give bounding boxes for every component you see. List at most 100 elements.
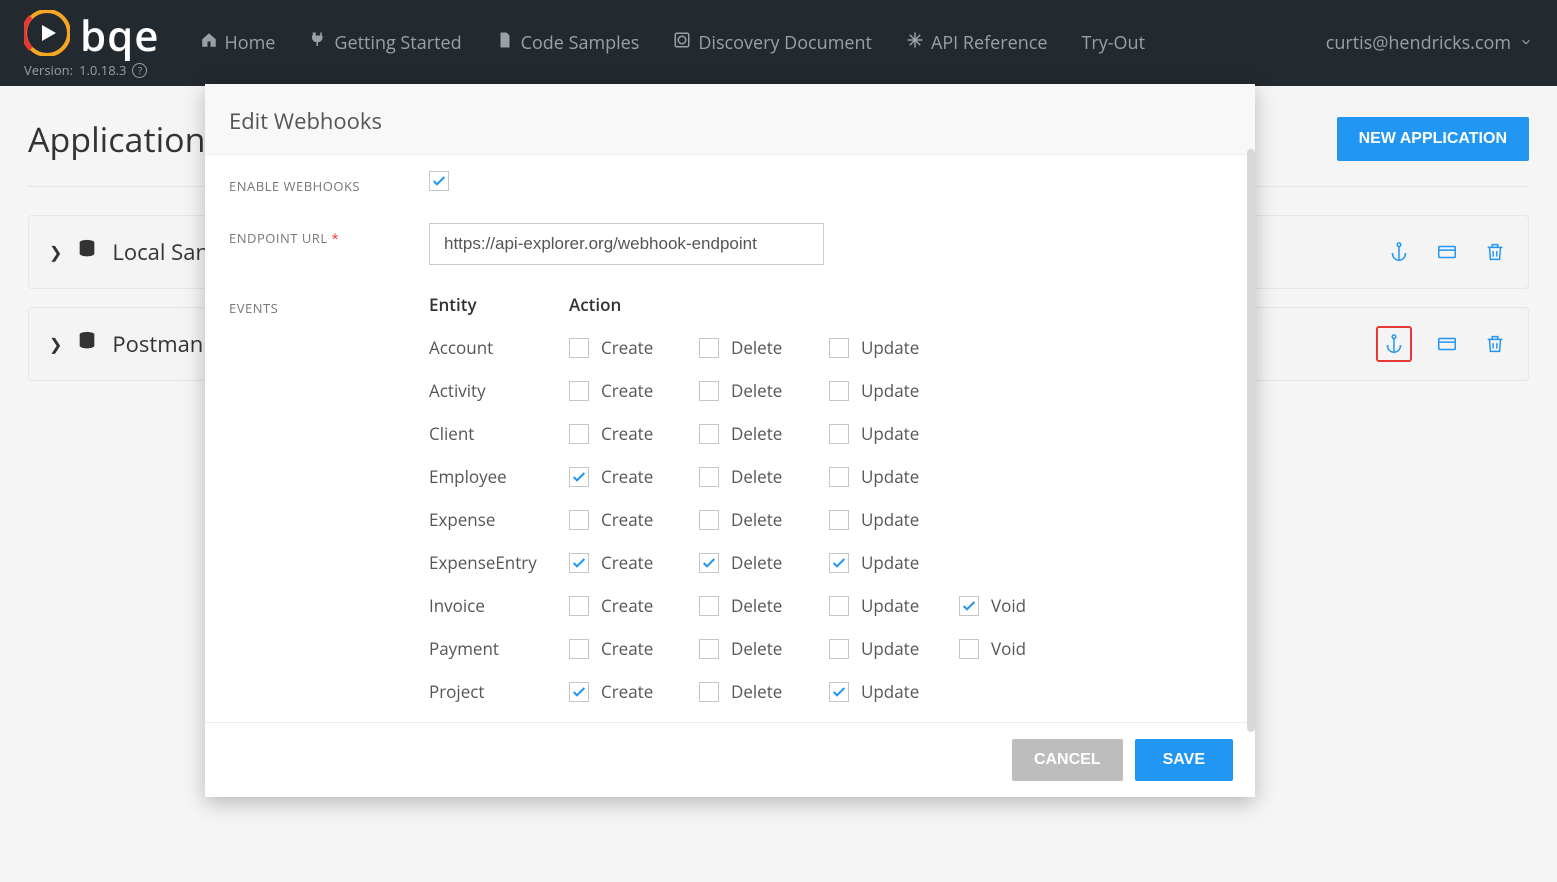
action-label: Delete [731,637,782,660]
event-checkbox[interactable] [699,596,719,616]
entity-name: Project [429,680,569,703]
event-checkbox[interactable] [569,467,589,487]
action-cell: Void [959,594,1089,617]
action-cell: Create [569,336,699,359]
action-label: Update [861,465,919,488]
action-cell: Void [959,637,1089,660]
event-checkbox[interactable] [699,338,719,358]
event-checkbox[interactable] [829,639,849,659]
event-checkbox[interactable] [959,596,979,616]
entity-name: Activity [429,379,569,402]
event-checkbox[interactable] [699,467,719,487]
enable-webhooks-label: ENABLE WEBHOOKS [229,171,429,195]
event-checkbox[interactable] [829,338,849,358]
action-label: Delete [731,422,782,445]
event-checkbox[interactable] [829,510,849,530]
entity-name: ExpenseEntry [429,551,569,574]
endpoint-url-label-text: ENDPOINT URL [229,229,328,247]
action-cell: Delete [699,637,829,660]
action-cell: Update [829,379,959,402]
action-label: Create [601,336,653,359]
action-cell: Update [829,422,959,445]
action-label: Create [601,637,653,660]
action-cell: Update [829,508,959,531]
action-cell: Delete [699,379,829,402]
action-cell: Delete [699,465,829,488]
save-button[interactable]: SAVE [1135,739,1233,781]
action-label: Update [861,637,919,660]
event-checkbox[interactable] [829,596,849,616]
action-label: Create [601,379,653,402]
action-cell: Update [829,594,959,617]
event-checkbox[interactable] [699,553,719,573]
action-label: Create [601,465,653,488]
action-label: Update [861,551,919,574]
enable-webhooks-checkbox[interactable] [429,171,449,191]
event-checkbox[interactable] [569,682,589,702]
event-checkbox[interactable] [569,381,589,401]
event-checkbox[interactable] [829,424,849,444]
action-header: Action [569,293,699,316]
action-cell: Delete [699,551,829,574]
events-field: EVENTS Entity Action AccountCreateDelete… [229,293,1231,722]
action-label: Update [861,508,919,531]
endpoint-url-field: ENDPOINT URL * [229,223,1231,265]
enable-webhooks-field: ENABLE WEBHOOKS [229,171,1231,195]
action-cell: Update [829,551,959,574]
modal-footer: CANCEL SAVE [205,722,1255,797]
action-cell: Create [569,637,699,660]
event-checkbox[interactable] [699,381,719,401]
modal-scrollbar[interactable] [1247,149,1255,732]
action-cell: Delete [699,594,829,617]
cancel-button[interactable]: CANCEL [1012,739,1123,781]
event-checkbox[interactable] [569,596,589,616]
action-cell: Delete [699,422,829,445]
action-cell: Create [569,680,699,703]
event-checkbox[interactable] [699,639,719,659]
action-cell: Delete [699,508,829,531]
events-label: EVENTS [229,293,429,317]
edit-webhooks-modal: Edit Webhooks ENABLE WEBHOOKS ENDPOINT U… [205,84,1255,797]
action-label: Create [601,422,653,445]
action-cell: Update [829,637,959,660]
event-checkbox[interactable] [569,639,589,659]
event-checkbox[interactable] [959,639,979,659]
event-checkbox[interactable] [569,553,589,573]
entity-name: Payment [429,637,569,660]
entity-name: Client [429,422,569,445]
event-checkbox[interactable] [829,682,849,702]
action-cell: Create [569,508,699,531]
action-label: Update [861,422,919,445]
action-cell: Create [569,594,699,617]
event-checkbox[interactable] [569,338,589,358]
modal-title: Edit Webhooks [205,84,1255,155]
event-checkbox[interactable] [829,553,849,573]
action-label: Update [861,680,919,703]
event-checkbox[interactable] [829,381,849,401]
event-checkbox[interactable] [569,510,589,530]
event-checkbox[interactable] [569,424,589,444]
action-label: Delete [731,594,782,617]
modal-body: ENABLE WEBHOOKS ENDPOINT URL * EVENTS En… [205,155,1255,722]
action-label: Delete [731,336,782,359]
action-label: Create [601,680,653,703]
event-checkbox[interactable] [699,424,719,444]
event-checkbox[interactable] [829,467,849,487]
entity-name: Expense [429,508,569,531]
action-cell: Create [569,465,699,488]
action-label: Delete [731,551,782,574]
action-label: Create [601,508,653,531]
action-label: Void [991,637,1026,660]
event-checkbox[interactable] [699,510,719,530]
entity-name: Employee [429,465,569,488]
required-asterisk: * [332,229,340,247]
event-checkbox[interactable] [699,682,719,702]
events-grid: Entity Action AccountCreateDeleteUpdateA… [429,293,1231,722]
action-label: Update [861,594,919,617]
action-cell: Create [569,379,699,402]
entity-name: Invoice [429,594,569,617]
endpoint-url-input[interactable] [429,223,824,265]
action-label: Create [601,594,653,617]
action-cell: Delete [699,680,829,703]
endpoint-url-label: ENDPOINT URL * [229,223,429,247]
